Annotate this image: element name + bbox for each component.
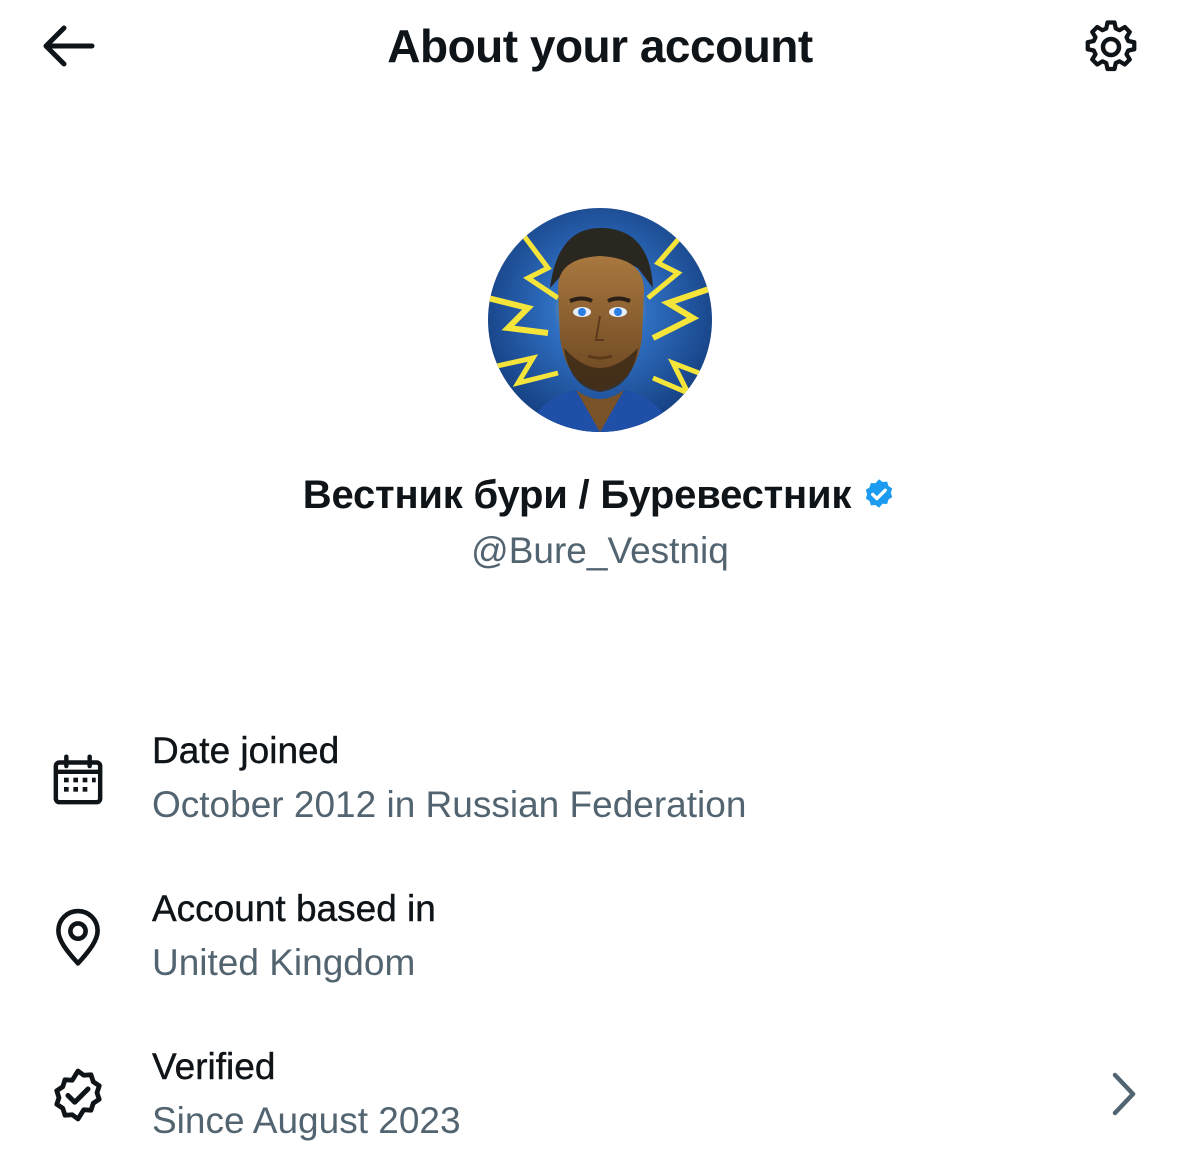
location-pin-icon	[56, 908, 100, 966]
row-verified[interactable]: Verified Since August 2023	[0, 1042, 1200, 1162]
handle: @Bure_Vestniq	[471, 530, 729, 571]
row-icon-wrap	[44, 746, 112, 814]
row-value: Since August 2023	[152, 1100, 461, 1141]
gear-icon	[1085, 20, 1137, 72]
about-account-screen: About your account Вестник бури / Буреве…	[0, 0, 1200, 1174]
display-name: Вестник бури / Буревестник	[302, 473, 852, 517]
verified-check-icon	[54, 1068, 102, 1122]
row-date-joined: Date joined October 2012 in Russian Fede…	[0, 726, 1200, 846]
chevron-right-icon	[1100, 1062, 1148, 1126]
row-label: Account based in	[152, 888, 436, 929]
calendar-icon	[53, 754, 103, 805]
row-value: United Kingdom	[152, 942, 416, 983]
header: About your account	[0, 0, 1200, 100]
verified-badge-icon	[866, 479, 893, 508]
row-account-based-in: Account based in United Kingdom	[0, 884, 1200, 1004]
page-title: About your account	[387, 20, 813, 72]
avatar-image	[488, 208, 712, 432]
avatar[interactable]	[488, 208, 712, 432]
profile-name-row: Вестник бури / Буревестник	[0, 470, 1200, 520]
row-icon-wrap	[44, 1062, 112, 1130]
row-value: October 2012 in Russian Federation	[152, 784, 747, 825]
row-label: Verified	[152, 1046, 276, 1087]
settings-button[interactable]	[1074, 14, 1148, 80]
row-label: Date joined	[152, 730, 340, 771]
row-icon-wrap	[44, 904, 112, 972]
